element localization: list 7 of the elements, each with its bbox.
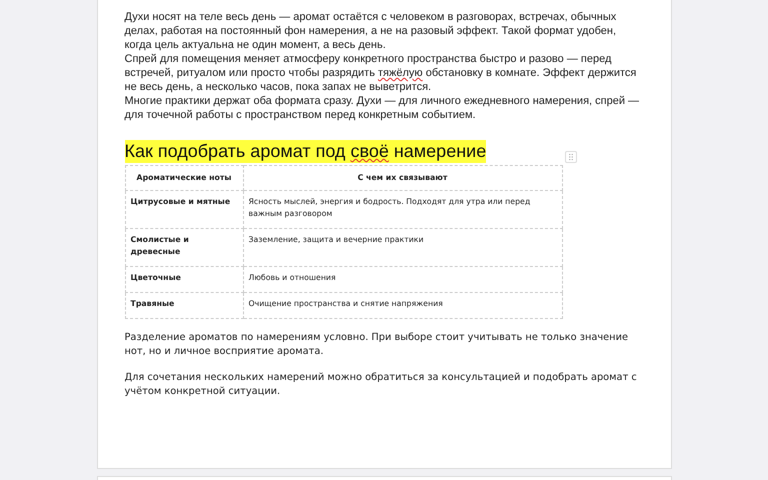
drag-handle-icon[interactable] [564,151,576,163]
body-paragraph: Спрей для помещения меняет атмосферу конкретного пространства быстро и разово — перед встречей, ритуалом или просто чтобы разрядить тяжёлую обстановку в комнате. Эффект держится не весь день, а несколько часов, пока запах не выветрится. [124,52,638,94]
section-heading: Как подобрать аромат под своё намерение [124,140,486,163]
note-paragraph: Разделение ароматов по намерениям условно. При выборе стоит учитывать не только значение нот, но и личное восприятие аромата. [124,331,629,359]
note-paragraph: Для сочетания нескольких намерений можно обратиться за консультацией и подобрать аромат с учётом конкретной ситуации. [124,371,638,399]
body-paragraph: Духи носят на теле весь день — аромат остаётся с человеком в разговорах, встречах, обычных делах, работая на постоянный фон намерения, а не на разовый эффект. Такой формат удобен, когда цель актуальна не один момент, а весь день. [124,10,618,52]
body-paragraph: Многие практики держат оба формата сразу. Духи — для личного ежедневного намерения, спрей — для точечной работы с пространством перед конкретным событием. [124,94,640,122]
